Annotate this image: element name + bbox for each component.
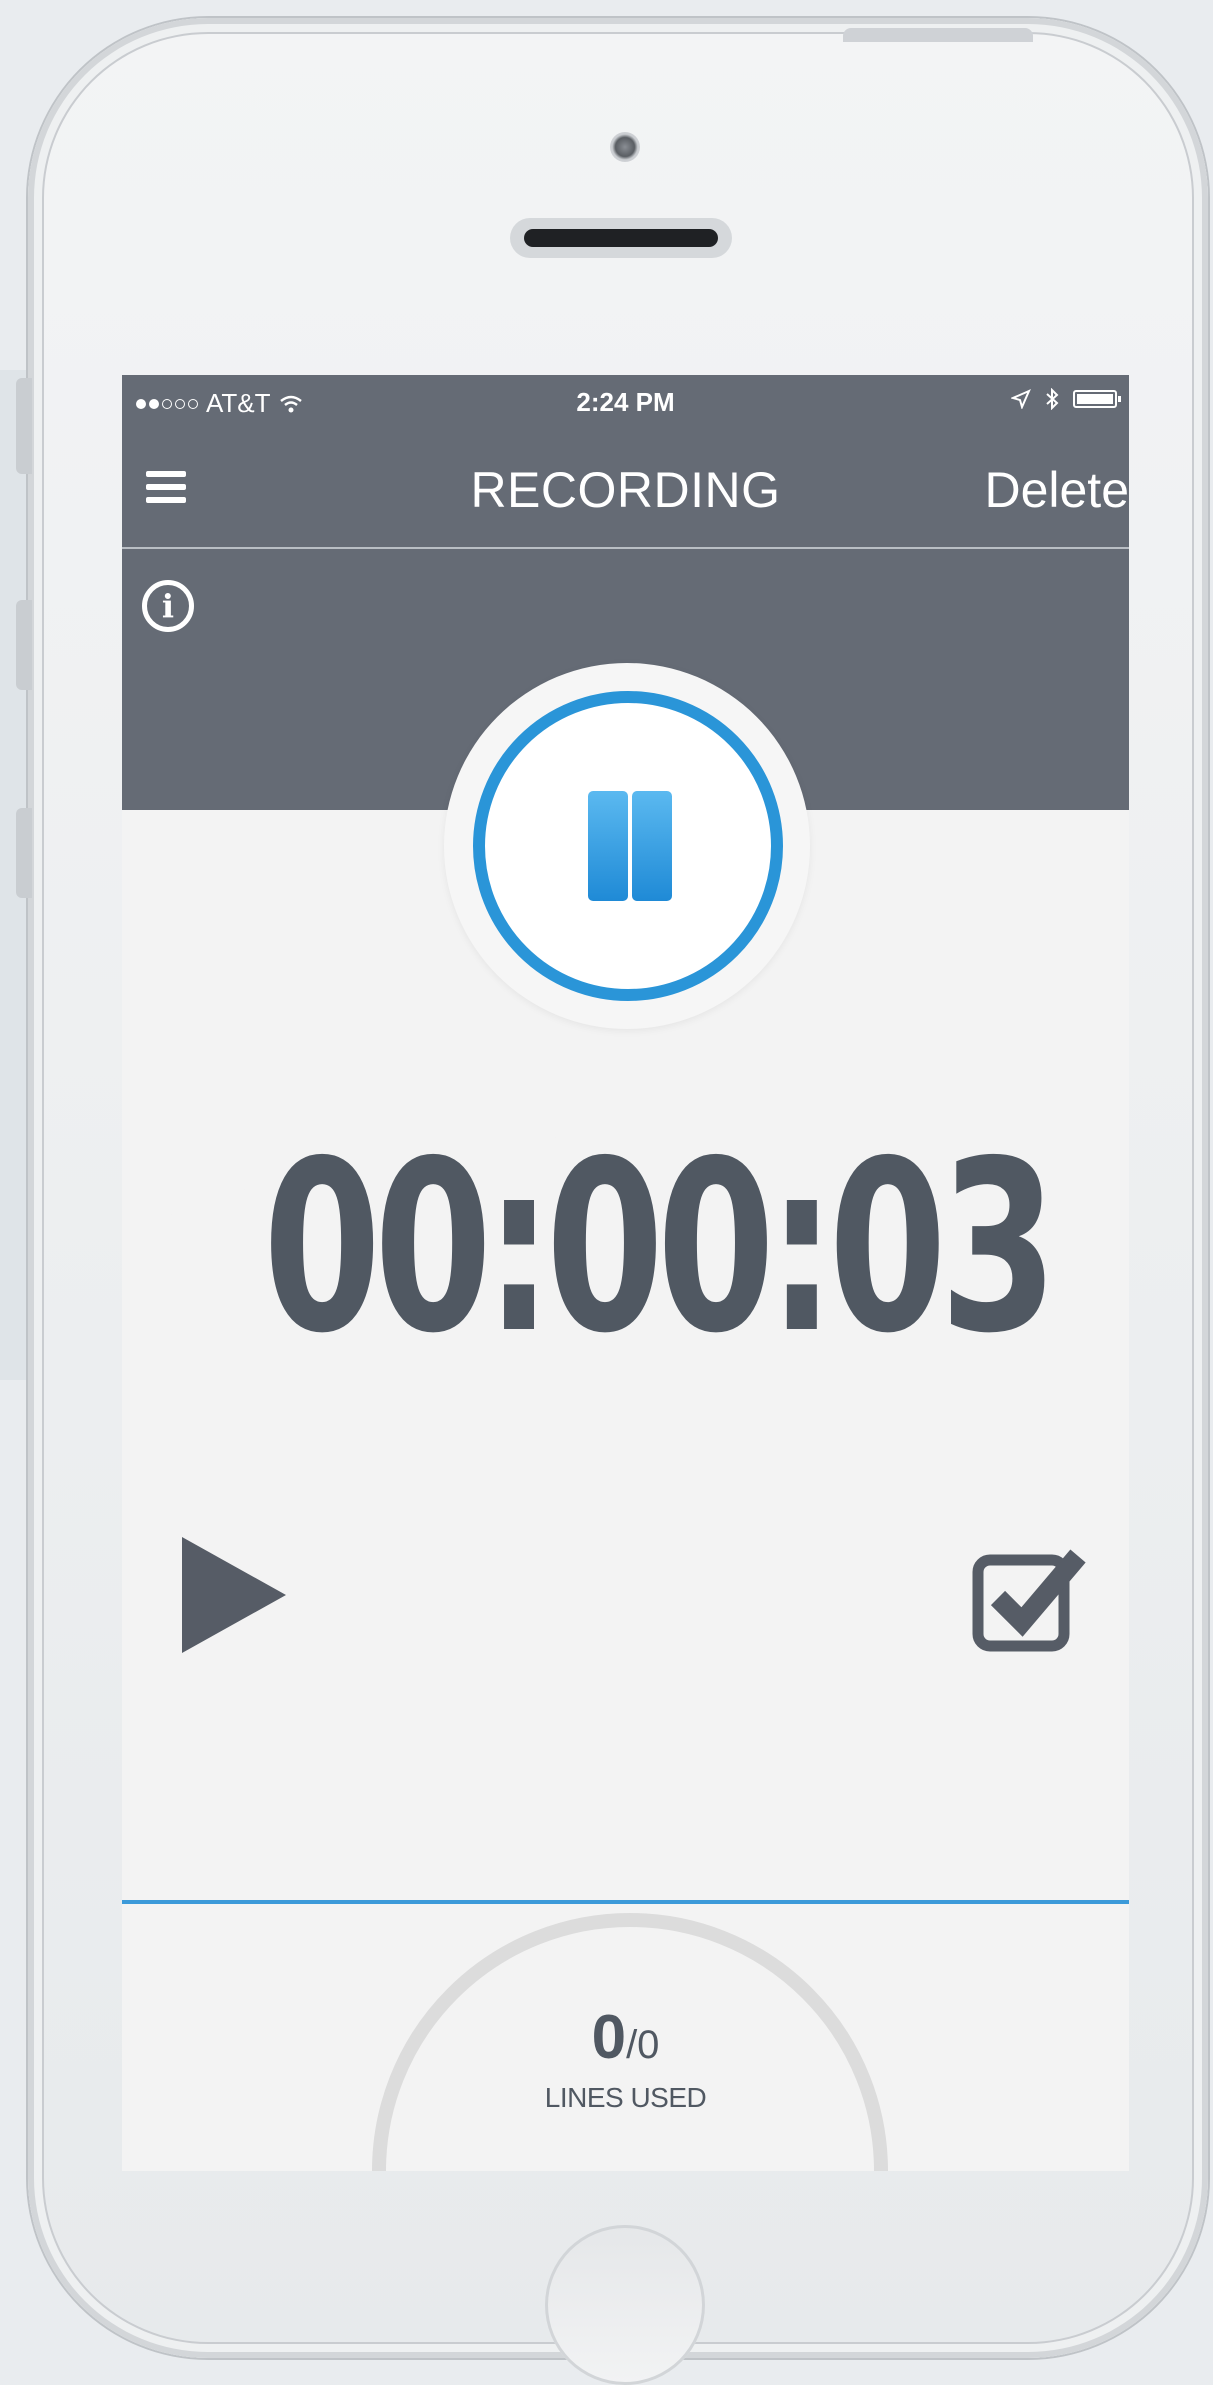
volume-up-button bbox=[16, 600, 32, 690]
earpiece-speaker bbox=[510, 218, 732, 258]
front-camera bbox=[610, 132, 640, 162]
recording-timer: 00:00:03 bbox=[262, 1110, 1058, 1385]
home-button bbox=[545, 2225, 705, 2385]
volume-down-button bbox=[16, 808, 32, 898]
delete-button[interactable]: Delete bbox=[984, 461, 1129, 519]
status-time: 2:24 PM bbox=[576, 387, 675, 417]
status-bar: AT&T 2:24 PM bbox=[122, 375, 1129, 431]
battery-icon bbox=[1073, 390, 1121, 408]
page-title: RECORDING bbox=[470, 462, 781, 518]
lines-used-label: LINES USED bbox=[544, 2082, 707, 2113]
info-icon[interactable]: i bbox=[142, 580, 194, 632]
sleep-button bbox=[843, 28, 1033, 42]
lines-used-value: 0 bbox=[591, 2003, 627, 2072]
app-screen: AT&T 2:24 PM RECORDING Delete i 00:00:03… bbox=[122, 375, 1129, 2171]
pause-icon bbox=[588, 791, 628, 901]
pause-button[interactable] bbox=[473, 691, 783, 1001]
lines-used-count: 0/0 bbox=[122, 2002, 1129, 2073]
play-button[interactable] bbox=[182, 1537, 286, 1653]
pause-icon-bar bbox=[632, 791, 672, 901]
mute-switch bbox=[16, 378, 32, 474]
lines-total-value: /0 bbox=[626, 2023, 660, 2067]
checkbox-done-button[interactable] bbox=[970, 1538, 1088, 1656]
location-arrow-icon bbox=[1011, 389, 1031, 409]
navigation-bar: RECORDING Delete bbox=[122, 431, 1129, 549]
bluetooth-icon bbox=[1046, 388, 1059, 410]
